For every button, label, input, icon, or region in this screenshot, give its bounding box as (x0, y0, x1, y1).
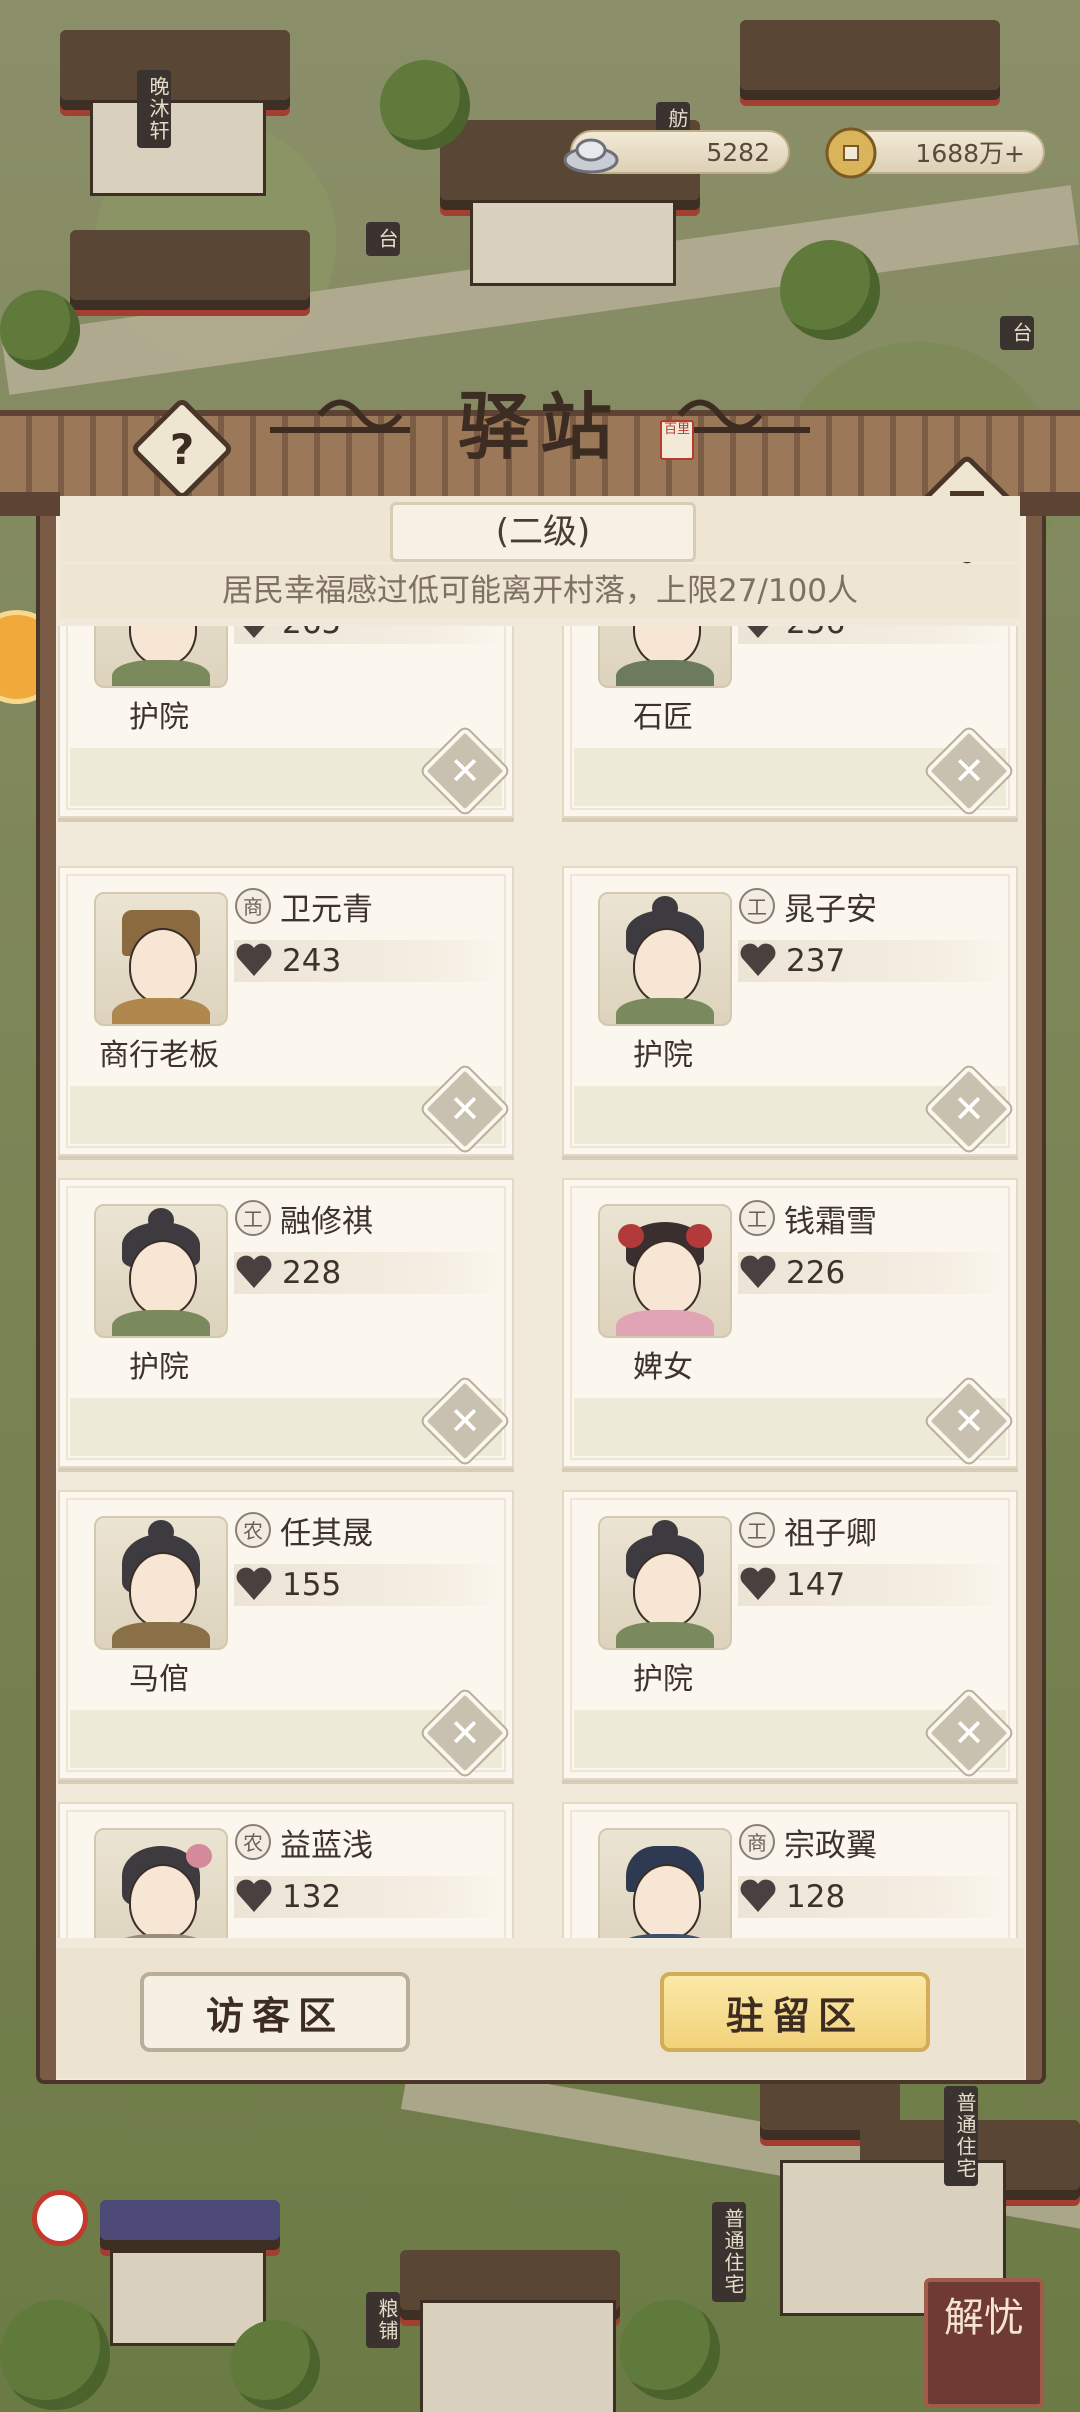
resident-name: 融修祺 (280, 1204, 373, 1240)
resident-card[interactable]: 农 任其晟 155 马倌 ✕ (58, 1490, 514, 1780)
resident-card[interactable]: 工 融修祺 228 护院 ✕ (58, 1178, 514, 1468)
resident-portrait (94, 1204, 228, 1338)
happiness-value: 128 (786, 1879, 846, 1915)
map-sign[interactable]: 台 (1000, 316, 1034, 350)
no-entry-icon[interactable] (32, 2190, 88, 2246)
class-tag: 工 (235, 1200, 271, 1236)
resident-name: 钱霜雪 (784, 1204, 877, 1240)
map-sign[interactable]: 晚沐轩 (137, 70, 171, 148)
resident-role: 护院 (129, 1350, 189, 1385)
resident-portrait (598, 892, 732, 1026)
resident-portrait (598, 1204, 732, 1338)
happiness-value: 237 (786, 943, 846, 979)
coin-counter: 1688万+ (825, 127, 1045, 179)
resident-portrait (598, 1516, 732, 1650)
class-tag: 农 (235, 1512, 271, 1548)
tab-resident-area[interactable]: 驻留区 (660, 1972, 930, 2052)
silver-counter: 5282 (563, 130, 790, 174)
class-tag: 工 (739, 1512, 775, 1548)
map-sign[interactable]: 粮铺 (366, 2292, 400, 2348)
happiness-icon (747, 626, 769, 638)
happiness-notice: 居民幸福感过低可能离开村落，上限27/100人 (60, 564, 1020, 618)
resident-portrait (94, 892, 228, 1026)
happiness-value: 226 (786, 1255, 846, 1291)
resident-role: 石匠 (633, 700, 693, 735)
happiness-icon (236, 1567, 272, 1600)
happiness-icon (740, 1255, 776, 1288)
resident-name: 益蓝浅 (280, 1828, 373, 1864)
close-icon: ✕ (449, 749, 481, 793)
resident-name: 任其晟 (280, 1516, 373, 1552)
happiness-value: 256 (786, 626, 845, 644)
happiness-value: 147 (786, 1567, 846, 1603)
happiness-value: 243 (282, 943, 342, 979)
resident-card[interactable]: 工 钱霜雪 226 婢女 ✕ (562, 1178, 1018, 1468)
resident-portrait (94, 1828, 228, 1938)
class-tag: 工 (739, 888, 775, 924)
resident-card[interactable]: 工 祖子卿 147 护院 ✕ (562, 1490, 1018, 1780)
close-icon: ✕ (449, 1711, 481, 1755)
close-icon: ✕ (953, 1087, 985, 1131)
resident-role: 护院 (633, 1038, 693, 1073)
happiness-value: 265 (282, 626, 341, 644)
resident-role: 婢女 (633, 1350, 693, 1385)
question-icon: ? (169, 424, 195, 474)
happiness-icon (236, 1255, 272, 1288)
resident-name: 晁子安 (784, 892, 877, 928)
resident-role: 护院 (633, 1662, 693, 1697)
close-icon: ✕ (953, 1399, 985, 1443)
resident-portrait (94, 1516, 228, 1650)
close-icon: ✕ (449, 1399, 481, 1443)
happiness-icon (236, 943, 272, 976)
resident-name: 卫元青 (280, 892, 373, 928)
resident-portrait (598, 626, 732, 688)
tab-visitor-area[interactable]: 访客区 (140, 1972, 410, 2052)
silver-ingot-icon (563, 138, 619, 174)
close-icon: ✕ (953, 1711, 985, 1755)
resident-list[interactable]: 265 护院 ✕ 256 石匠 ✕ 商 卫元青 243 商行老板 ✕ 工 晁子安… (58, 626, 1022, 1938)
title-seal: 百里 (660, 420, 694, 460)
happiness-value: 155 (282, 1567, 342, 1603)
class-tag: 商 (235, 888, 271, 924)
class-tag: 农 (235, 1824, 271, 1860)
happiness-icon (243, 626, 265, 638)
coin-amount: 1688万+ (915, 139, 1025, 168)
happiness-icon (740, 943, 776, 976)
resident-card[interactable]: 农 益蓝浅 132 (58, 1802, 514, 1938)
resident-role: 商行老板 (99, 1038, 219, 1073)
resident-portrait (94, 626, 228, 688)
resident-role: 护院 (129, 700, 189, 735)
map-sign[interactable]: 台 (366, 222, 400, 256)
resident-card[interactable]: 256 石匠 ✕ (562, 626, 1018, 818)
jieyou-badge[interactable]: 解忧 (924, 2278, 1044, 2408)
class-tag: 商 (739, 1824, 775, 1860)
resident-card[interactable]: 商 卫元青 243 商行老板 ✕ (58, 866, 514, 1156)
happiness-icon (740, 1567, 776, 1600)
resident-portrait (598, 1828, 732, 1938)
resident-name: 祖子卿 (784, 1516, 877, 1552)
happiness-value: 228 (282, 1255, 342, 1291)
close-icon: ✕ (953, 749, 985, 793)
happiness-icon (236, 1879, 272, 1912)
happiness-icon (740, 1879, 776, 1912)
silver-amount: 5282 (706, 137, 770, 167)
happiness-value: 132 (282, 1879, 342, 1915)
resident-card[interactable]: 工 晁子安 237 护院 ✕ (562, 866, 1018, 1156)
resident-name: 宗政翼 (784, 1828, 877, 1864)
copper-coin-icon (825, 127, 877, 179)
resident-card[interactable]: 商 宗政翼 128 (562, 1802, 1018, 1938)
map-sign[interactable]: 普通住宅 (712, 2202, 746, 2302)
map-sign[interactable]: 普通住宅 (944, 2086, 978, 2186)
resident-card[interactable]: 265 护院 ✕ (58, 626, 514, 818)
close-icon: ✕ (449, 1087, 481, 1131)
class-tag: 工 (739, 1200, 775, 1236)
resident-role: 马倌 (129, 1662, 189, 1697)
station-level: (二级) (390, 502, 696, 562)
